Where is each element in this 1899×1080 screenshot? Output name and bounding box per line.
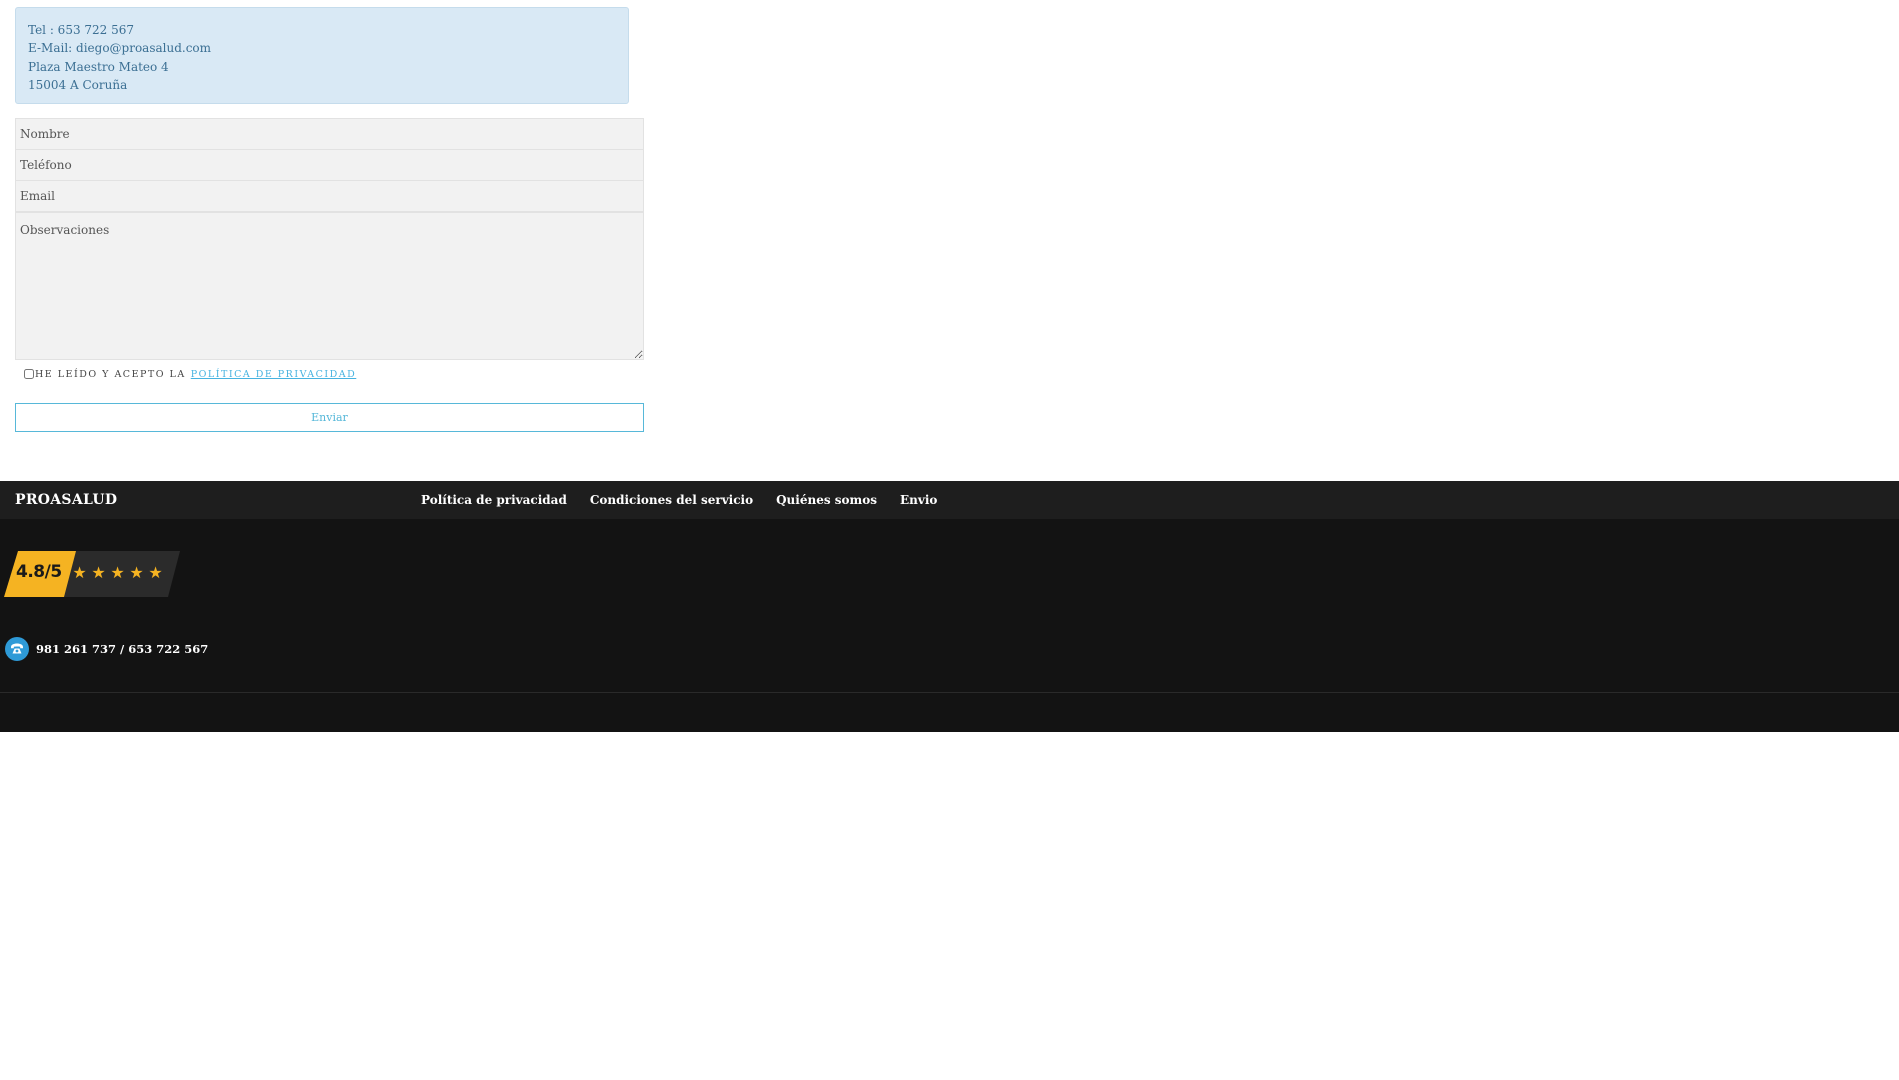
footer-nav: Política de privacidad Condiciones del s… [421,481,960,519]
contact-tel: Tel : 653 722 567 [28,23,135,37]
footer-main [0,519,1899,693]
footer-link-privacy[interactable]: Política de privacidad [421,493,567,507]
rating-stars: ★ ★ ★ ★ ★ [70,563,165,582]
star-icon: ★ [110,563,125,582]
privacy-consent-checkbox[interactable] [24,369,34,379]
contact-city: 15004 A Coruña [28,77,128,92]
phone-input[interactable] [15,149,644,181]
footer-phone-numbers[interactable]: 981 261 737 / 653 722 567 [36,642,208,656]
footer-brand[interactable]: PROASALUD [15,481,117,519]
star-icon: ★ [91,563,106,582]
rating-score: 4.8/5 [16,562,62,582]
observations-textarea[interactable] [15,212,644,360]
privacy-consent: HE LEÍDO Y ACEPTO LA POLÍTICA DE PRIVACI… [24,367,356,381]
contact-email: E-Mail: diego@proasalud.com [28,41,212,56]
name-input[interactable] [15,118,644,150]
star-icon: ★ [148,563,163,582]
footer-phone-row: 981 261 737 / 653 722 567 [5,637,208,661]
privacy-policy-link[interactable]: POLÍTICA DE PRIVACIDAD [191,369,357,380]
submit-button[interactable]: Enviar [15,403,644,432]
footer-link-about[interactable]: Quiénes somos [776,493,877,507]
footer-link-shipping[interactable]: Envio [900,493,937,507]
footer-nav-bar: PROASALUD Política de privacidad Condici… [0,481,1899,519]
contact-address: Plaza Maestro Mateo 4 [28,59,169,74]
rating-badge[interactable]: 4.8/5 ★ ★ ★ ★ ★ [4,551,180,597]
contact-info-box: Tel : 653 722 567 E-Mail: diego@proasalu… [15,7,629,104]
privacy-consent-label: HE LEÍDO Y ACEPTO LA [35,368,186,380]
phone-icon [5,637,29,661]
star-icon: ★ [129,563,144,582]
star-icon: ★ [72,563,87,582]
footer-link-terms[interactable]: Condiciones del servicio [590,493,753,507]
footer-bottom [0,693,1899,732]
email-input[interactable] [15,180,644,212]
